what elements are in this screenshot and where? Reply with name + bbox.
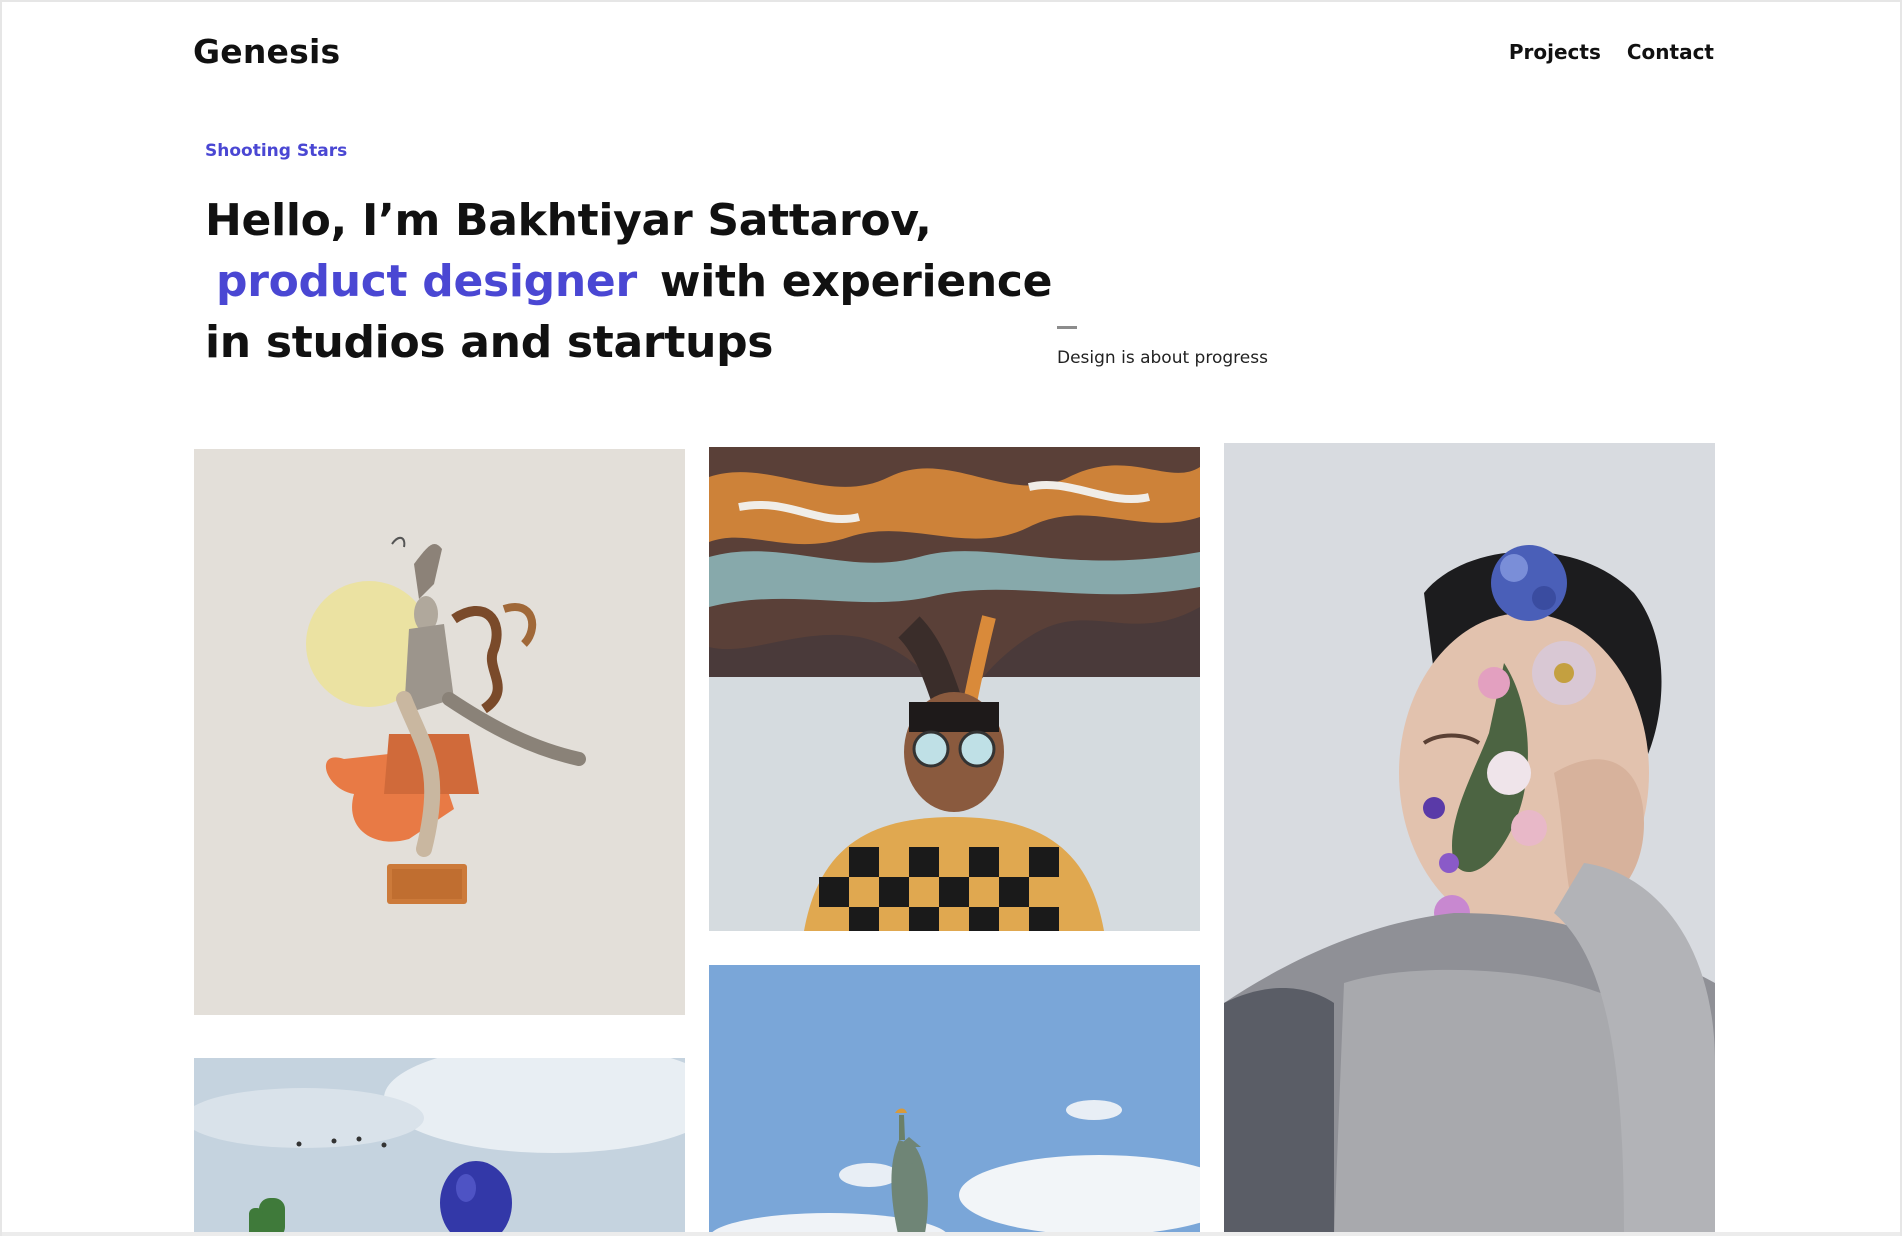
main-nav: Projects Contact [1509, 40, 1714, 64]
dancer-collage-photo[interactable] [194, 449, 685, 1015]
landscape-image-icon [194, 1058, 685, 1236]
hero-headline: Hello, I’m Bakhtiyar Sattarov, product d… [205, 190, 1053, 373]
nav-link-contact[interactable]: Contact [1627, 40, 1714, 64]
site-logo[interactable]: Genesis [193, 32, 340, 71]
tagline-dash [1057, 326, 1077, 329]
bottom-scroll-edge [2, 1232, 1900, 1236]
smoke-hair-portrait-photo[interactable] [709, 447, 1200, 931]
blue-balloon-cactus-photo[interactable] [194, 1058, 685, 1236]
flower-face-portrait-photo[interactable] [1224, 443, 1715, 1236]
portfolio-page: Genesis Projects Contact Shooting Stars … [0, 0, 1902, 1236]
portrait-image-icon [709, 447, 1200, 931]
portrait-image-icon [1224, 443, 1715, 1236]
landscape-image-icon [709, 965, 1200, 1236]
headline-line-2: with experience [659, 256, 1053, 307]
collage-image-icon [194, 449, 685, 1015]
statue-of-liberty-photo[interactable] [709, 965, 1200, 1236]
nav-link-projects[interactable]: Projects [1509, 40, 1601, 64]
headline-line-3: in studios and startups [205, 317, 774, 368]
headline-accent: product designer [216, 256, 637, 307]
headline-line-1: Hello, I’m Bakhtiyar Sattarov, [205, 195, 932, 246]
hero-tagline: Design is about progress [1057, 348, 1268, 368]
hero-eyebrow: Shooting Stars [205, 141, 348, 161]
